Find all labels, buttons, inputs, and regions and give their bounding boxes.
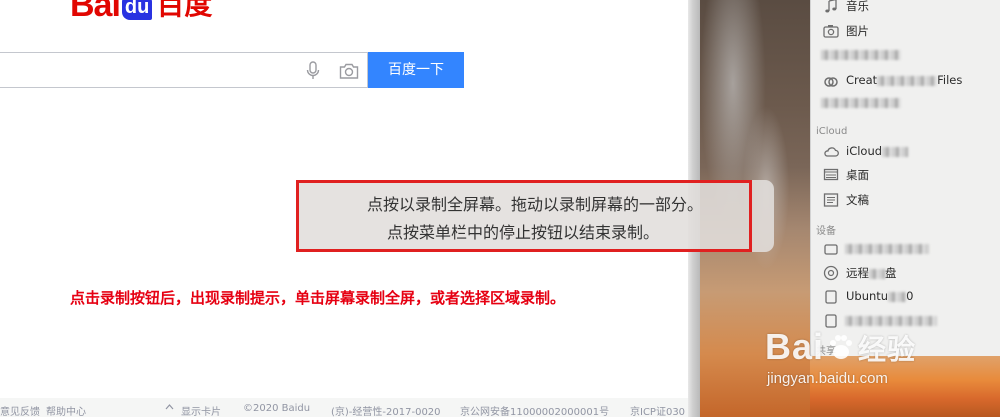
footer-license[interactable]: (京)-经营性-2017-0020 xyxy=(331,403,441,417)
redacted-label xyxy=(845,244,929,254)
screen: Bai du 百度 百度一下 意见反馈 帮助中心 显示卡片 ©2020 Baid… xyxy=(0,0,1000,417)
sidebar-item-desktop[interactable]: 桌面 xyxy=(811,164,1000,186)
label-end: 盘 xyxy=(885,266,897,280)
sidebar-item-remote-disc[interactable]: 远程 盘 xyxy=(811,262,1000,284)
footer-police-record[interactable]: 京公网安备11000002000001号 xyxy=(460,403,609,417)
cloud-icon xyxy=(824,147,839,157)
sidebar-item-blurred-2[interactable] xyxy=(811,93,1000,115)
footer-icp[interactable]: 京ICP证030 xyxy=(630,403,685,417)
drive-icon xyxy=(825,290,837,304)
label-end: Files xyxy=(937,73,963,87)
footer-copyright: ©2020 Baidu xyxy=(243,403,311,414)
hint-line-2: 点按菜单栏中的停止按钮以结束录制。 xyxy=(386,223,659,242)
watermark: Bai 经验 jingyan.baidu.com xyxy=(765,326,1000,417)
paw-icon xyxy=(830,335,853,359)
section-devices: 设备 xyxy=(816,226,836,237)
footer-show-cards[interactable]: 显示卡片 xyxy=(181,403,221,417)
hint-line-1: 点按以录制全屏幕。拖动以录制屏幕的一部分。 xyxy=(366,195,703,214)
label-start: 远程 xyxy=(846,266,869,280)
sidebar-item-blurred-1[interactable] xyxy=(811,45,1000,67)
redacted-label xyxy=(888,291,907,302)
desktop-icon xyxy=(823,168,839,181)
sidebar-item-documents[interactable]: 文稿 xyxy=(811,189,1000,211)
sidebar-item-device-1[interactable] xyxy=(811,238,1000,260)
redacted-label xyxy=(821,98,901,108)
redacted-label xyxy=(821,50,901,60)
redacted-label xyxy=(869,268,885,279)
label-start: iCloud xyxy=(846,144,883,158)
label-start: Creat xyxy=(846,73,878,87)
camera-icon xyxy=(823,25,839,38)
sidebar-item-label: 音乐 xyxy=(846,0,869,13)
footer-feedback[interactable]: 意见反馈 xyxy=(0,403,40,417)
redacted-label xyxy=(882,146,909,157)
watermark-logo: Bai 经验 xyxy=(765,326,916,368)
disc-icon xyxy=(823,265,839,281)
watermark-latin: Bai xyxy=(765,326,825,367)
sidebar-item-label: 桌面 xyxy=(846,168,869,182)
logo-chinese: 百度 xyxy=(156,0,213,21)
sidebar-item-label: iCloud xyxy=(846,144,909,158)
sidebar-item-label: 文稿 xyxy=(846,193,869,207)
watermark-url: jingyan.baidu.com xyxy=(767,370,888,387)
sidebar-item-creative-cloud[interactable]: Creat Files xyxy=(811,70,1000,92)
music-icon xyxy=(825,0,837,13)
chevron-up-icon xyxy=(165,404,174,410)
sidebar-item-label: 图片 xyxy=(846,24,869,38)
document-icon xyxy=(823,193,839,207)
sidebar-item-label: Ubuntu 0 xyxy=(846,289,913,303)
logo-latin: Bai xyxy=(70,0,121,24)
sidebar-item-ubuntu[interactable]: Ubuntu 0 xyxy=(811,286,1000,308)
search-input[interactable] xyxy=(0,52,368,88)
redacted-label xyxy=(877,75,938,86)
sidebar-item-icloud[interactable]: iCloud xyxy=(811,141,1000,163)
sidebar-item-pictures[interactable]: 图片 xyxy=(811,20,1000,42)
creative-cloud-icon xyxy=(824,77,838,87)
section-icloud: iCloud xyxy=(816,126,848,137)
search-button[interactable]: 百度一下 xyxy=(368,52,464,88)
logo-paw-du: du xyxy=(121,0,153,20)
tutorial-annotation: 点击录制按钮后，出现录制提示，单击屏幕录制全屏，或者选择区域录制。 xyxy=(70,289,566,307)
finder-sidebar: 音乐 图片 Creat Files iCloud iCloud 桌面 文稿 设备… xyxy=(810,0,1000,357)
sidebar-item-label: Creat Files xyxy=(846,73,962,87)
sidebar-item-label: 远程 盘 xyxy=(846,265,897,281)
redacted-label xyxy=(845,316,937,326)
watermark-chinese: 经验 xyxy=(858,333,917,366)
label-start: Ubuntu xyxy=(846,289,889,303)
microphone-icon[interactable] xyxy=(305,61,321,81)
drive-icon xyxy=(824,244,838,255)
sidebar-item-music[interactable]: 音乐 xyxy=(811,0,1000,17)
footer-help[interactable]: 帮助中心 xyxy=(46,403,86,417)
baidu-logo[interactable]: Bai du 百度 xyxy=(70,0,212,22)
footer: 意见反馈 帮助中心 显示卡片 ©2020 Baidu (京)-经营性-2017-… xyxy=(0,398,693,417)
camera-icon[interactable] xyxy=(339,62,359,80)
label-end: 0 xyxy=(906,289,914,303)
